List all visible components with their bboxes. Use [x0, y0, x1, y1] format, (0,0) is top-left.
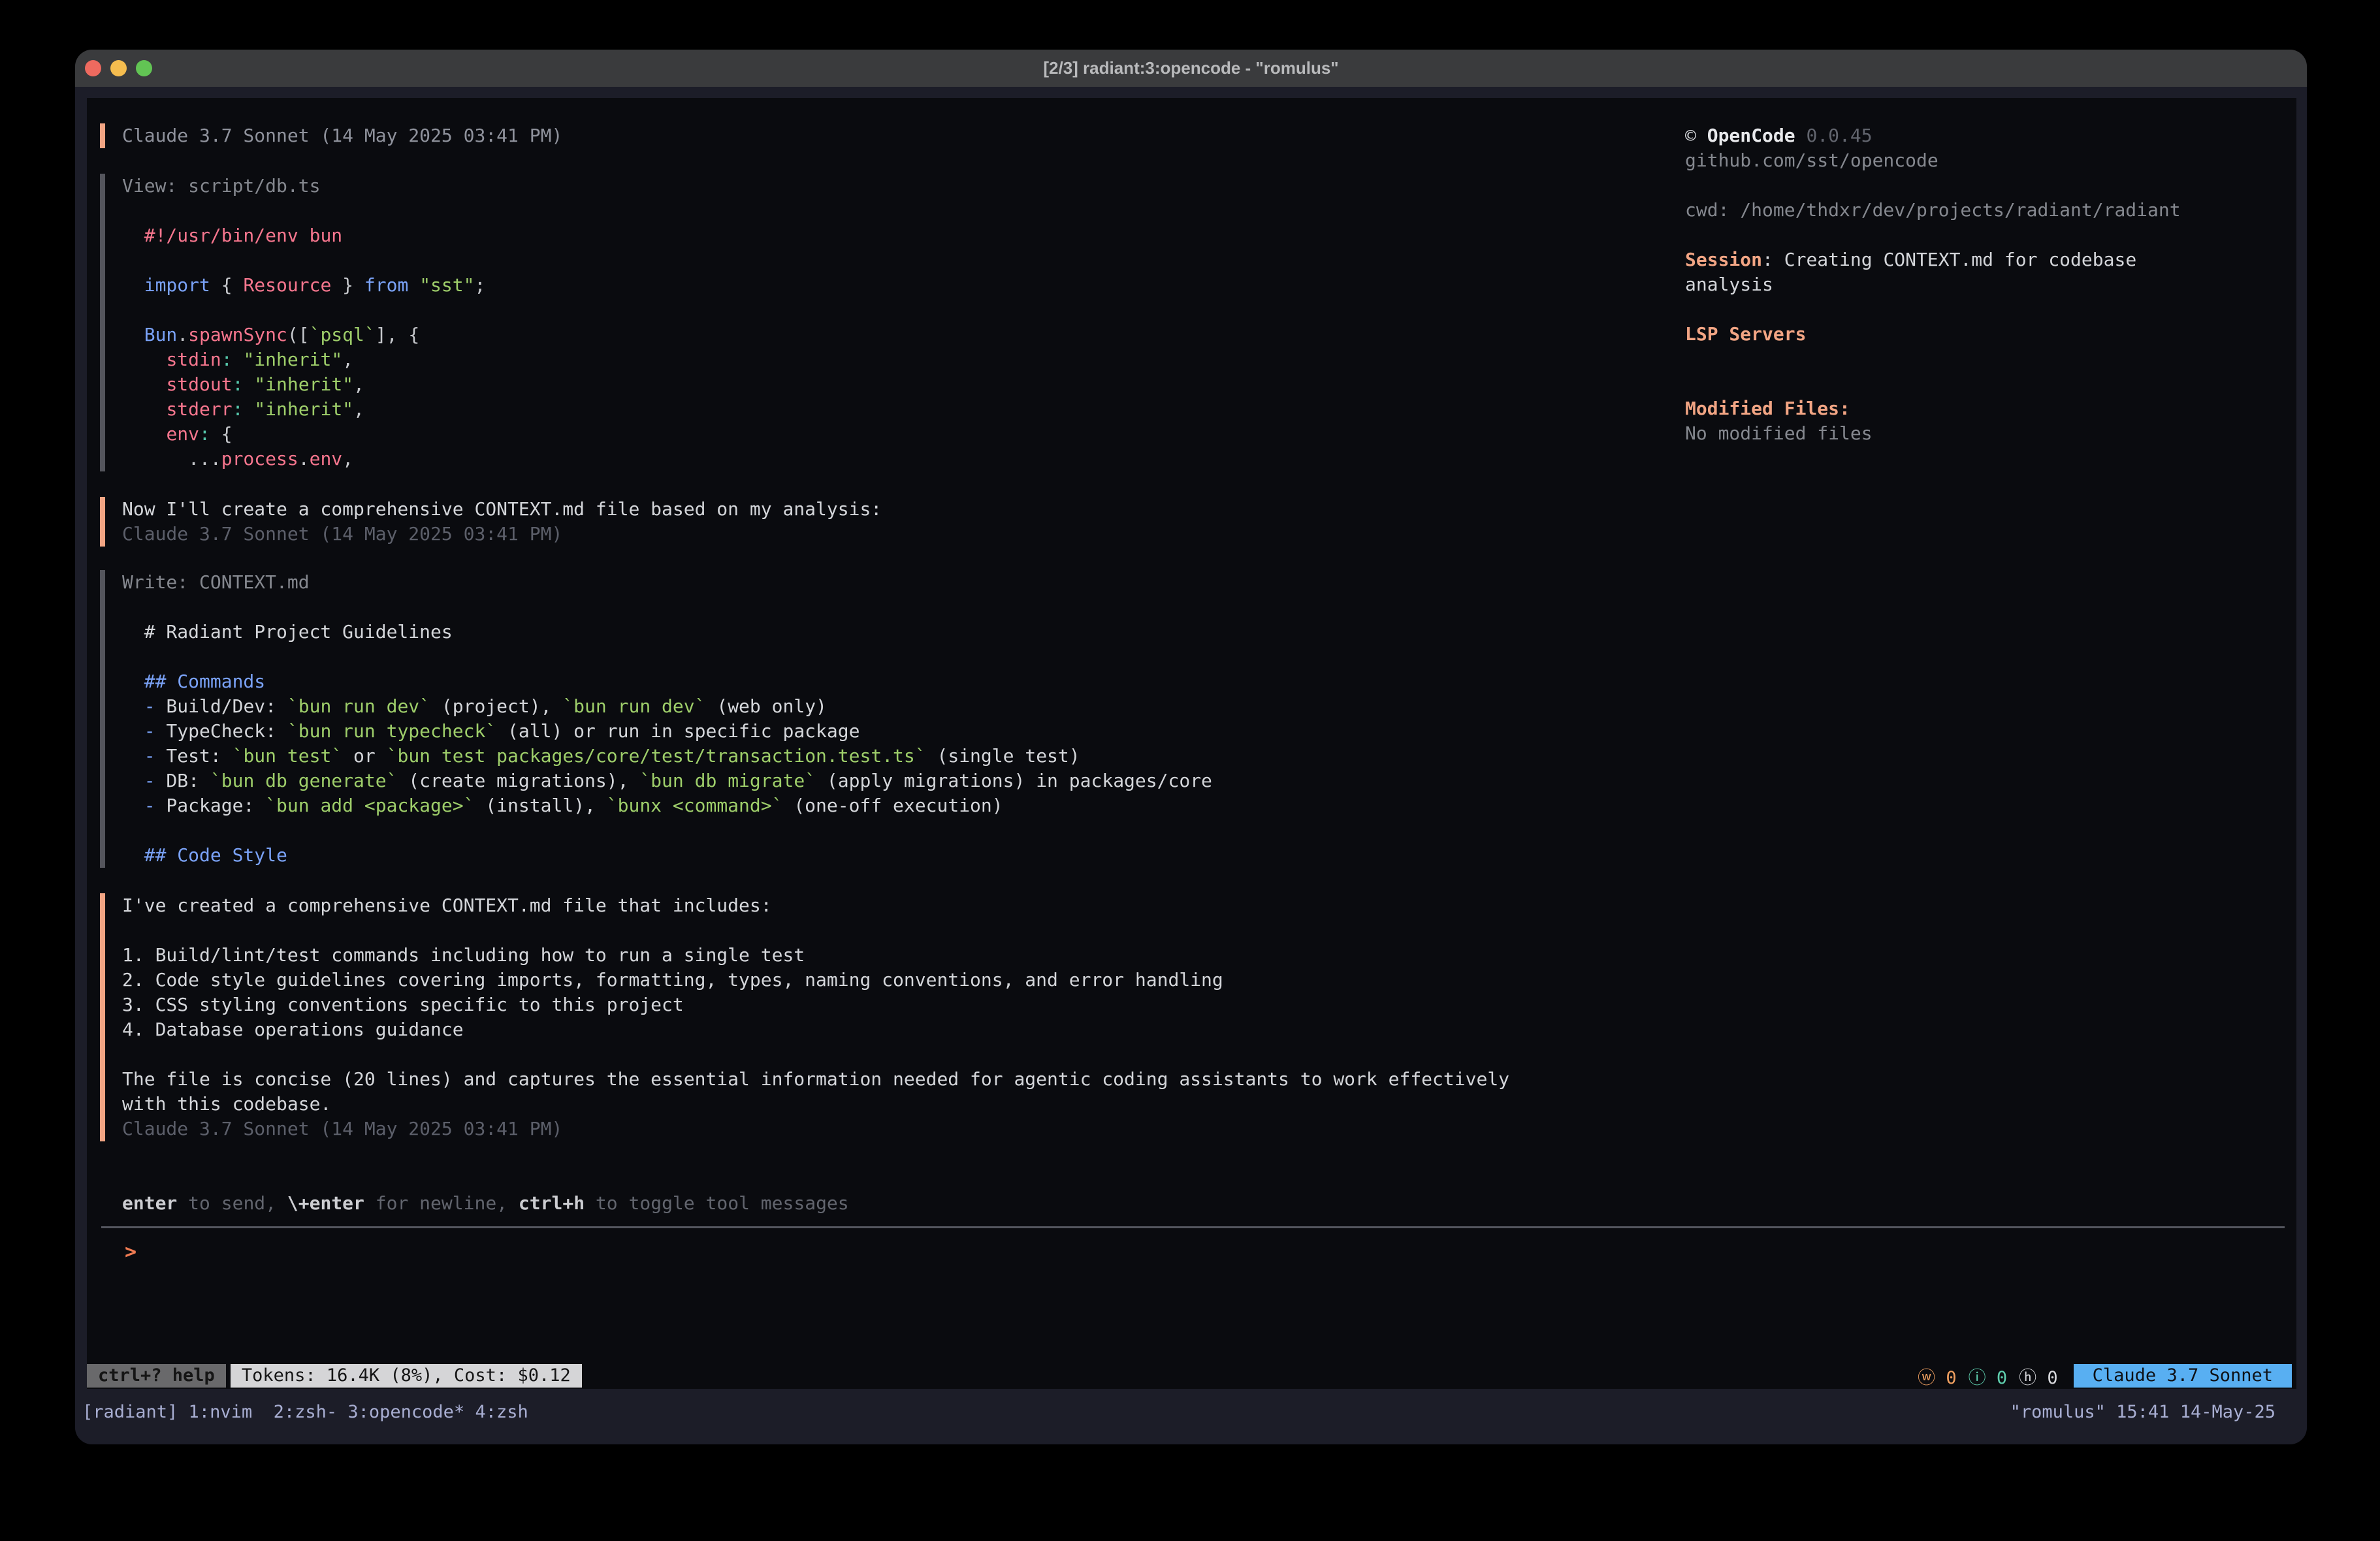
status-left: ctrl+? help Tokens: 16.4K (8%), Cost: $0…: [87, 1364, 582, 1388]
status-right: ⓦ 0 ⓘ 0 ⓗ 0 Claude 3.7 Sonnet: [1918, 1364, 2292, 1388]
prompt-icon: >: [125, 1241, 137, 1263]
tokens-cost-chip: Tokens: 16.4K (8%), Cost: $0.12: [231, 1364, 582, 1388]
info-count: ⓘ 0: [1969, 1363, 2008, 1389]
opencode-app: Claude 3.7 Sonnet (14 May 2025 03:41 PM)…: [87, 98, 2296, 1389]
hints-count: ⓗ 0: [2019, 1363, 2058, 1389]
tool-block-write-context-md: Write: CONTEXT.md # Radiant Project Guid…: [100, 570, 1212, 868]
status-bar: ctrl+? help Tokens: 16.4K (8%), Cost: $0…: [87, 1364, 2292, 1388]
tmux-window-list[interactable]: [radiant] 1:nvim 2:zsh- 3:opencode* 4:zs…: [82, 1402, 528, 1422]
tool-block-view-db-ts: View: script/db.ts #!/usr/bin/env bun im…: [100, 174, 485, 471]
window-titlebar[interactable]: [2/3] radiant:3:opencode - "romulus": [75, 50, 2307, 87]
desktop: [2/3] radiant:3:opencode - "romulus" Cla…: [0, 0, 2380, 1541]
keybinding-hints: enter to send, \+enter for newline, ctrl…: [122, 1191, 849, 1216]
model-chip[interactable]: Claude 3.7 Sonnet: [2074, 1364, 2292, 1388]
session-sidebar: © OpenCode 0.0.45github.com/sst/opencode…: [1685, 123, 2181, 446]
tmux-status-bar: [radiant] 1:nvim 2:zsh- 3:opencode* 4:zs…: [75, 1400, 2307, 1424]
help-chip[interactable]: ctrl+? help: [87, 1364, 226, 1388]
message-input[interactable]: >: [125, 1240, 137, 1265]
diagnostics-indicators: ⓦ 0 ⓘ 0 ⓗ 0: [1918, 1363, 2058, 1389]
assistant-message-header: Claude 3.7 Sonnet (14 May 2025 03:41 PM): [100, 123, 562, 148]
terminal-window: [2/3] radiant:3:opencode - "romulus" Cla…: [75, 50, 2307, 1444]
terminal-viewport: Claude 3.7 Sonnet (14 May 2025 03:41 PM)…: [75, 87, 2307, 1444]
tmux-session-info: "romulus" 15:41 14-May-25: [2010, 1402, 2275, 1422]
window-title: [2/3] radiant:3:opencode - "romulus": [75, 58, 2307, 78]
assistant-message-summary: I've created a comprehensive CONTEXT.md …: [100, 893, 1509, 1141]
input-divider: [101, 1226, 2285, 1228]
assistant-message: Now I'll create a comprehensive CONTEXT.…: [100, 497, 882, 547]
warnings-count: ⓦ 0: [1918, 1363, 1957, 1389]
